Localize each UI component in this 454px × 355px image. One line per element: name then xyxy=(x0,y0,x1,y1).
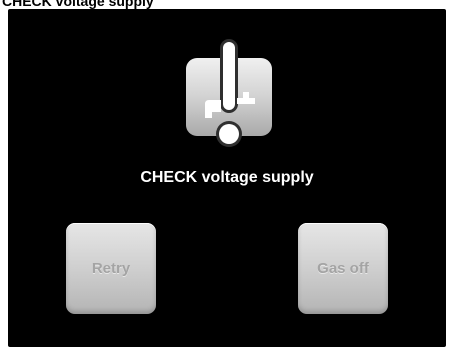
error-message: CHECK voltage supply xyxy=(140,169,314,186)
device-screen: CHECK voltage supply Retry Gas off xyxy=(8,9,446,347)
window-title: CHECK voltage supply xyxy=(2,0,154,9)
retry-button[interactable]: Retry xyxy=(66,223,156,314)
faucet-warning-icon xyxy=(185,38,273,150)
gas-off-button[interactable]: Gas off xyxy=(298,223,388,314)
gas-off-button-label: Gas off xyxy=(317,260,369,277)
retry-button-label: Retry xyxy=(91,260,131,277)
